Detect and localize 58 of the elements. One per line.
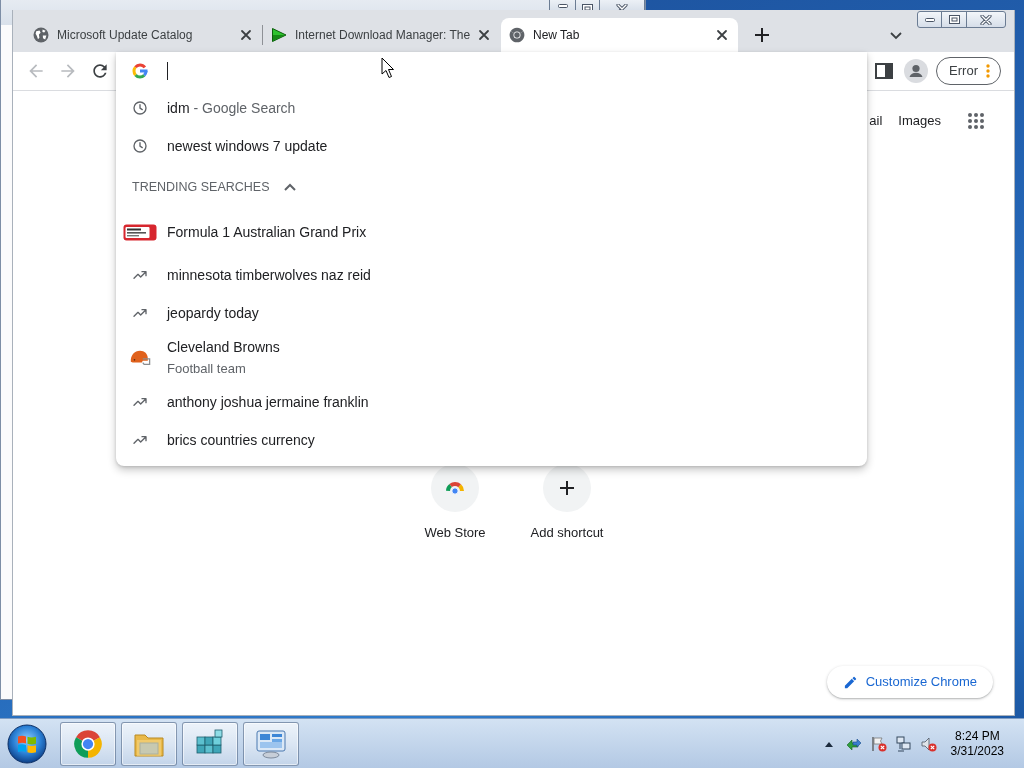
clock-icon [132,100,148,116]
close-icon[interactable] [476,27,492,43]
close-icon [980,14,992,25]
minimize-button[interactable] [917,11,942,28]
suggestion-item[interactable]: idm - Google Search [116,89,867,127]
minimize-icon [557,4,568,8]
suggestion-item[interactable]: Cleveland Browns Football team [116,332,867,383]
logo-icon [131,61,149,80]
close-icon[interactable] [714,27,730,43]
close-button[interactable] [966,11,1006,28]
maximize-icon [948,15,960,24]
caret-up-icon[interactable] [824,740,833,747]
globe-icon [33,27,49,43]
clock-icon [132,138,148,154]
close-icon[interactable] [238,27,254,43]
tab[interactable]: New Tab [501,18,738,52]
shortcut-link[interactable]: Add shortcut [511,464,623,541]
speaker-muted-icon[interactable] [920,735,937,752]
cursor-icon [381,57,395,79]
tab[interactable]: Internet Download Manager: The [263,18,500,52]
plus-icon[interactable] [752,25,772,45]
avatar-icon[interactable] [904,59,929,83]
section-heading: TRENDING SEARCHES [132,178,270,196]
taskbar-button[interactable] [60,721,116,766]
start-orb-icon[interactable] [7,723,47,764]
flag-error-icon[interactable] [870,735,887,752]
logo-icon [123,224,157,241]
suggestion-item[interactable]: minnesota timberwolves naz reid [116,256,867,294]
tab[interactable]: Microsoft Update Catalog [25,18,262,52]
pencil-icon [842,674,858,690]
clock-date[interactable]: 3/31/2023 [950,743,1004,759]
network-icon[interactable] [895,735,912,752]
reload-icon[interactable] [90,61,110,81]
maximize-button[interactable] [941,11,967,28]
suggestion-item[interactable]: newest windows 7 update [116,127,867,165]
more-icon [986,63,990,79]
taskbar-button[interactable] [182,721,238,766]
suggestion-item[interactable]: brics countries currency [116,421,867,459]
shortcut-link[interactable]: Web Store [399,464,511,541]
header-link[interactable]: Images [898,111,941,131]
plus-icon [543,464,591,512]
customize-button[interactable]: Customize Chrome [826,666,993,698]
apps-grid-icon[interactable] [966,111,986,131]
suggestion-item[interactable]: anthony joshua jermaine franklin [116,383,867,421]
profile-error-button[interactable]: Error [936,57,1001,85]
suggestion-item[interactable]: Formula 1 Australian Grand Prix [116,209,867,256]
suggestion-item[interactable]: jeopardy today [116,294,867,332]
minimize-icon [924,17,935,22]
taskbar-button[interactable] [243,721,299,766]
clock-time[interactable]: 8:24 PM [954,728,1000,744]
play-icon [271,27,287,43]
panel-window-icon [255,728,287,759]
taskbar-button[interactable] [121,721,177,766]
side-panel-icon[interactable] [874,61,895,81]
browser-logo-icon [73,728,103,759]
header-link[interactable]: ail [869,111,883,131]
text-cursor-icon [167,61,168,80]
browser-logo-icon [509,27,525,43]
